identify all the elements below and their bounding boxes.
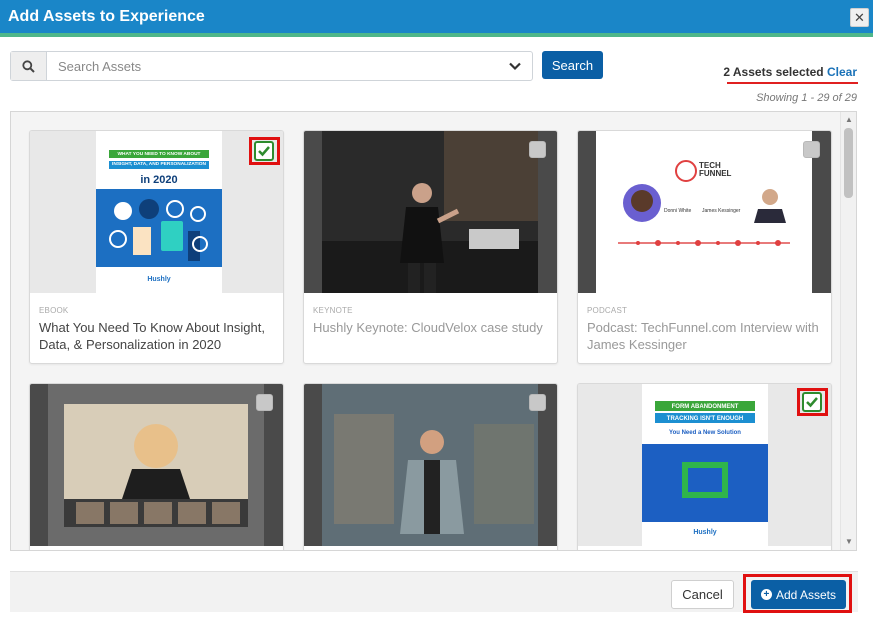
add-assets-button[interactable]: + Add Assets (751, 580, 846, 609)
asset-type: EBOOK (39, 306, 69, 315)
clear-link[interactable]: Clear (827, 65, 857, 79)
asset-thumbnail (304, 131, 557, 293)
dialog-header: Add Assets to Experience ✕ (0, 0, 873, 37)
scroll-down-arrow-icon[interactable]: ▼ (844, 537, 854, 547)
asset-type: KEYNOTE (313, 306, 353, 315)
asset-title: Hushly Keynote: CloudVelox case study (313, 320, 543, 335)
asset-thumbnail: FORM ABANDONMENT TRACKING ISN'T ENOUGH Y… (578, 384, 831, 546)
search-icon-addon (11, 52, 47, 80)
add-assets-label: Add Assets (775, 587, 837, 602)
thumbnail-line-2: TRACKING ISN'T ENOUGH (666, 416, 744, 422)
thumbnail-brand-text: Hushly (693, 529, 717, 536)
asset-card[interactable] (303, 383, 558, 550)
chevron-down-icon[interactable] (507, 58, 523, 74)
asset-grid: WHAT YOU NEED TO KNOW ABOUT INSIGHT, DAT… (10, 111, 857, 551)
asset-thumbnail (30, 384, 283, 546)
checkmark-icon (806, 397, 818, 408)
search-input[interactable] (48, 52, 488, 80)
asset-type: PODCAST (587, 306, 628, 315)
selected-count: 2 Assets selected (723, 65, 824, 79)
logo-line-2: FUNNEL (699, 169, 732, 178)
asset-thumbnail: TECH FUNNEL Donni White James Kessinger (578, 131, 831, 293)
scroll-up-arrow-icon[interactable]: ▲ (844, 115, 854, 125)
close-button[interactable]: ✕ (850, 8, 869, 27)
asset-checkbox[interactable] (803, 141, 820, 158)
asset-title: What You Need To Know About Insight, Dat… (39, 320, 265, 352)
close-icon: ✕ (854, 9, 865, 25)
search-button[interactable]: Search (542, 51, 603, 79)
asset-card[interactable]: FORM ABANDONMENT TRACKING ISN'T ENOUGH Y… (577, 383, 832, 550)
asset-card[interactable]: KEYNOTE Hushly Keynote: CloudVelox case … (303, 130, 558, 364)
search-icon (22, 59, 35, 73)
search-bar (10, 51, 533, 81)
asset-checkbox-checked[interactable] (254, 141, 274, 161)
asset-checkbox[interactable] (529, 394, 546, 411)
guest-name-1: Donni White (664, 208, 692, 214)
thumbnail-subtitle: You Need a New Solution (669, 430, 741, 436)
asset-checkbox-checked[interactable] (802, 392, 822, 412)
results-range: Showing 1 - 29 of 29 (756, 92, 857, 104)
asset-thumbnail: WHAT YOU NEED TO KNOW ABOUT INSIGHT, DAT… (30, 131, 283, 293)
guest-name-2: James Kessinger (702, 208, 741, 214)
asset-card[interactable]: WHAT YOU NEED TO KNOW ABOUT INSIGHT, DAT… (29, 130, 284, 364)
dialog-title: Add Assets to Experience (8, 8, 205, 25)
asset-card[interactable] (29, 383, 284, 550)
thumbnail-banner-text: WHAT YOU NEED TO KNOW ABOUT INSIGHT, DAT… (112, 152, 206, 167)
highlight-underline (727, 82, 858, 84)
asset-card[interactable]: TECH FUNNEL Donni White James Kessinger … (577, 130, 832, 364)
thumbnail-line-1: FORM ABANDONMENT (671, 404, 739, 410)
asset-checkbox[interactable] (529, 141, 546, 158)
thumbnail-brand-text: Hushly (147, 276, 171, 283)
plus-circle-icon: + (760, 589, 772, 600)
checkmark-icon (258, 146, 270, 157)
asset-checkbox[interactable] (256, 394, 273, 411)
thumbnail-logo-text: TECH FUNNEL (699, 162, 731, 178)
scroll-thumb[interactable] (844, 128, 853, 198)
selection-summary: 2 Assets selected Clear (723, 65, 857, 79)
asset-thumbnail (304, 384, 557, 546)
cancel-button[interactable]: Cancel (671, 580, 734, 609)
asset-title: Podcast: TechFunnel.com Interview with J… (587, 320, 819, 352)
thumbnail-year-text: in 2020 (140, 174, 178, 186)
grid-scrollbar[interactable]: ▲ ▼ (840, 112, 856, 550)
